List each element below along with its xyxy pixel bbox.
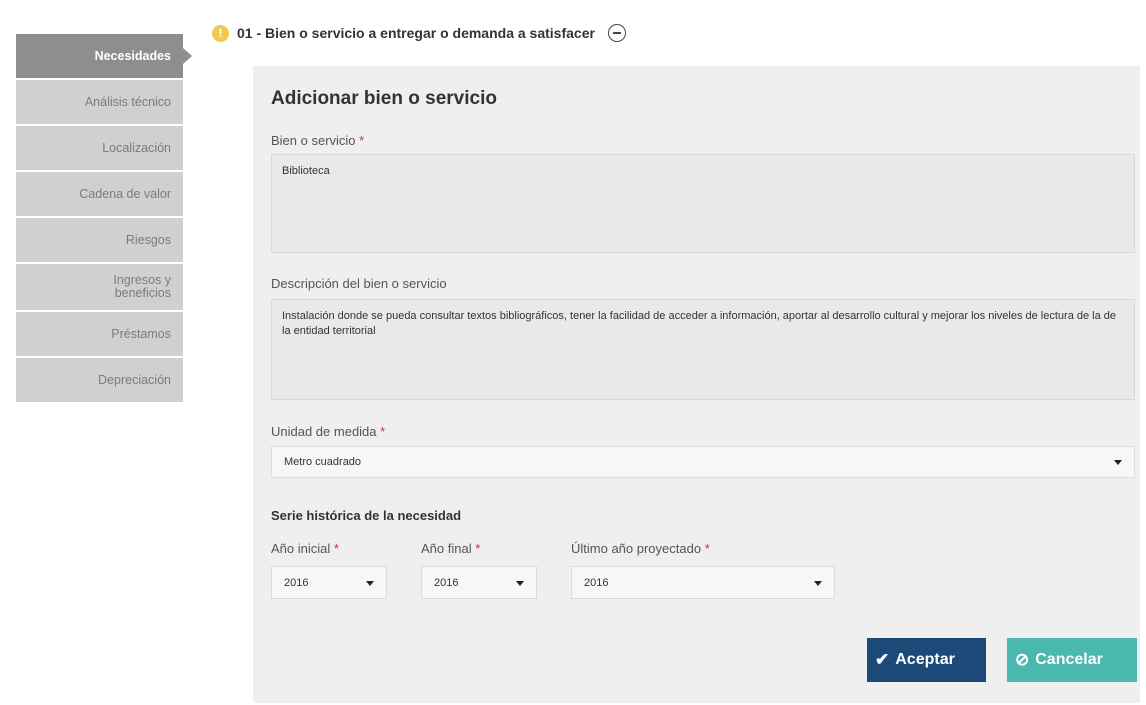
unidad-label-text: Unidad de medida	[271, 424, 377, 439]
sidebar-item-label: Necesidades	[94, 48, 171, 63]
form-title: Adicionar bien o servicio	[271, 88, 497, 109]
collapse-minus-icon[interactable]	[607, 24, 626, 42]
anio-final-value: 2016	[434, 576, 459, 589]
cancel-button[interactable]: ⊘ Cancelar	[1007, 638, 1137, 682]
warning-icon: !	[212, 24, 229, 42]
anio-final-label: Año final *	[421, 541, 480, 556]
anio-inicial-select[interactable]: 2016	[271, 566, 387, 599]
required-mark: *	[359, 133, 365, 148]
section-title: 01 - Bien o servicio a entregar o demand…	[237, 25, 595, 41]
ultimo-anio-label: Último año proyectado *	[571, 541, 710, 556]
sidebar-nav: Necesidades Análisis técnico Localizació…	[16, 34, 192, 404]
required-mark: *	[380, 424, 386, 439]
unidad-label: Unidad de medida *	[271, 424, 385, 439]
bien-label: Bien o servicio *	[271, 133, 364, 148]
ultimo-anio-value: 2016	[584, 576, 609, 589]
sidebar-item-label: Riesgos	[125, 232, 171, 247]
section-header: ! 01 - Bien o servicio a entregar o dema…	[212, 21, 626, 45]
sidebar-item-necesidades[interactable]: Necesidades	[16, 34, 192, 78]
sidebar-item-label: Ingresos y beneficios	[113, 273, 171, 300]
sidebar-item-label: Localización	[102, 140, 171, 155]
chevron-down-icon	[1114, 460, 1122, 465]
descripcion-value: Instalación donde se pueda consultar tex…	[282, 310, 1117, 337]
unidad-select[interactable]: Metro cuadrado	[271, 446, 1135, 478]
chevron-down-icon	[516, 580, 524, 586]
sidebar-item-riesgos[interactable]: Riesgos	[16, 218, 183, 262]
accept-button[interactable]: ✔ Aceptar	[867, 638, 986, 682]
sidebar-item-label: Depreciación	[98, 372, 171, 387]
cancel-label: Cancelar	[1035, 651, 1103, 668]
sidebar-item-label: Cadena de valor	[79, 186, 171, 201]
sidebar-item-label: Análisis técnico	[84, 94, 171, 109]
sidebar-item-analisis-tecnico[interactable]: Análisis técnico	[16, 80, 183, 124]
anio-inicial-label-text: Año inicial	[271, 541, 331, 556]
ultimo-anio-select[interactable]: 2016	[571, 566, 835, 599]
sidebar-item-ingresos-beneficios[interactable]: Ingresos y beneficios	[16, 264, 183, 310]
bien-label-text: Bien o servicio	[271, 133, 356, 148]
chevron-down-icon	[814, 580, 822, 586]
required-mark: *	[704, 541, 710, 556]
anio-final-label-text: Año final	[421, 541, 472, 556]
sidebar-item-cadena-de-valor[interactable]: Cadena de valor	[16, 172, 183, 216]
serie-title: Serie histórica de la necesidad	[271, 508, 462, 523]
required-mark: *	[475, 541, 481, 556]
descripcion-label: Descripción del bien o servicio	[271, 276, 447, 291]
sidebar-item-label: Préstamos	[111, 326, 171, 341]
accept-label: Aceptar	[895, 651, 955, 668]
ultimo-anio-label-text: Último año proyectado	[571, 541, 702, 556]
descripcion-textarea[interactable]: Instalación donde se pueda consultar tex…	[271, 299, 1135, 400]
sidebar-item-prestamos[interactable]: Préstamos	[16, 312, 183, 356]
bien-value: Biblioteca	[282, 165, 330, 177]
sidebar-item-localizacion[interactable]: Localización	[16, 126, 183, 170]
chevron-down-icon	[366, 580, 374, 586]
sidebar-item-depreciacion[interactable]: Depreciación	[16, 358, 183, 402]
anio-inicial-value: 2016	[284, 576, 309, 589]
cancel-icon: ⊘	[1015, 650, 1030, 669]
bien-textarea[interactable]: Biblioteca	[271, 154, 1135, 253]
unidad-value: Metro cuadrado	[284, 456, 362, 468]
anio-final-select[interactable]: 2016	[421, 566, 537, 599]
form-panel: Adicionar bien o servicio Bien o servici…	[253, 66, 1140, 703]
required-mark: *	[333, 541, 339, 556]
check-icon: ✔	[875, 650, 890, 669]
anio-inicial-label: Año inicial *	[271, 541, 339, 556]
